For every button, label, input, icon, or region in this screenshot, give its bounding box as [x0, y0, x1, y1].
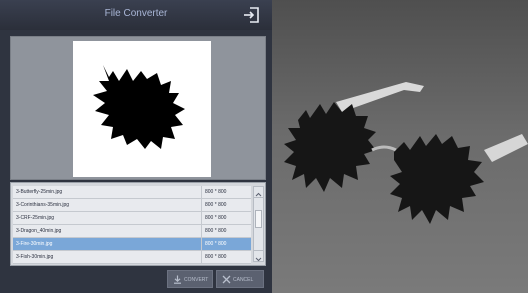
file-row-selected[interactable]: 3-Fire-30min.jpg 800 * 800	[13, 238, 251, 251]
file-size: 800 * 800	[205, 241, 227, 247]
file-row[interactable]: 3-Dragon_40min.jpg 800 * 800	[13, 225, 251, 238]
file-row[interactable]: 3-CRF-25min.jpg 800 * 800	[13, 212, 251, 225]
scroll-thumb[interactable]	[255, 210, 262, 228]
column-divider	[201, 225, 202, 237]
window-title: File Converter	[104, 8, 168, 19]
file-size: 800 * 800	[205, 215, 227, 221]
column-divider	[201, 251, 202, 263]
download-icon	[174, 275, 181, 284]
file-row[interactable]: 3-Butterfly-25min.jpg 800 * 800	[13, 186, 251, 199]
file-name: 3-Fire-30min.jpg	[16, 241, 53, 247]
title-bar: File Converter	[0, 0, 272, 30]
preview-image	[73, 41, 211, 177]
file-name: 3-Fish-30min.jpg	[16, 254, 54, 260]
exit-icon	[244, 7, 259, 23]
file-name: 3-Dragon_40min.jpg	[16, 228, 62, 234]
column-divider	[201, 199, 202, 211]
cancel-label: CANCEL	[233, 277, 254, 283]
file-name: 3-Corinthians-35min.jpg	[16, 202, 70, 208]
column-divider	[201, 238, 202, 250]
convert-button[interactable]: CONVERT	[167, 270, 213, 288]
file-name: 3-CRF-25min.jpg	[16, 215, 55, 221]
file-row[interactable]: 3-Corinthians-35min.jpg 800 * 800	[13, 199, 251, 212]
convert-label: CONVERT	[184, 277, 209, 283]
chevron-down-icon	[255, 257, 262, 262]
file-list: 3-Butterfly-25min.jpg 800 * 800 3-Corint…	[10, 182, 266, 266]
scroll-down-button[interactable]	[254, 250, 263, 262]
file-size: 800 * 800	[205, 202, 227, 208]
product-photo	[272, 0, 528, 293]
file-size: 800 * 800	[205, 189, 227, 195]
file-converter-window: File Converter 3-Butterfly-25min.jpg 800…	[0, 0, 272, 293]
close-icon	[222, 275, 231, 284]
chevron-up-icon	[255, 192, 262, 197]
column-divider	[201, 212, 202, 224]
file-size: 800 * 800	[205, 228, 227, 234]
file-name: 3-Butterfly-25min.jpg	[16, 189, 63, 195]
file-list-scrollbar[interactable]	[253, 186, 264, 262]
exit-button[interactable]	[242, 7, 260, 23]
file-row[interactable]: 3-Fish-30min.jpg 800 * 800	[13, 251, 251, 264]
preview-panel	[10, 36, 266, 180]
cancel-button[interactable]: CANCEL	[216, 270, 264, 288]
column-divider	[201, 186, 202, 198]
file-size: 800 * 800	[205, 254, 227, 260]
scroll-up-button[interactable]	[254, 187, 263, 198]
